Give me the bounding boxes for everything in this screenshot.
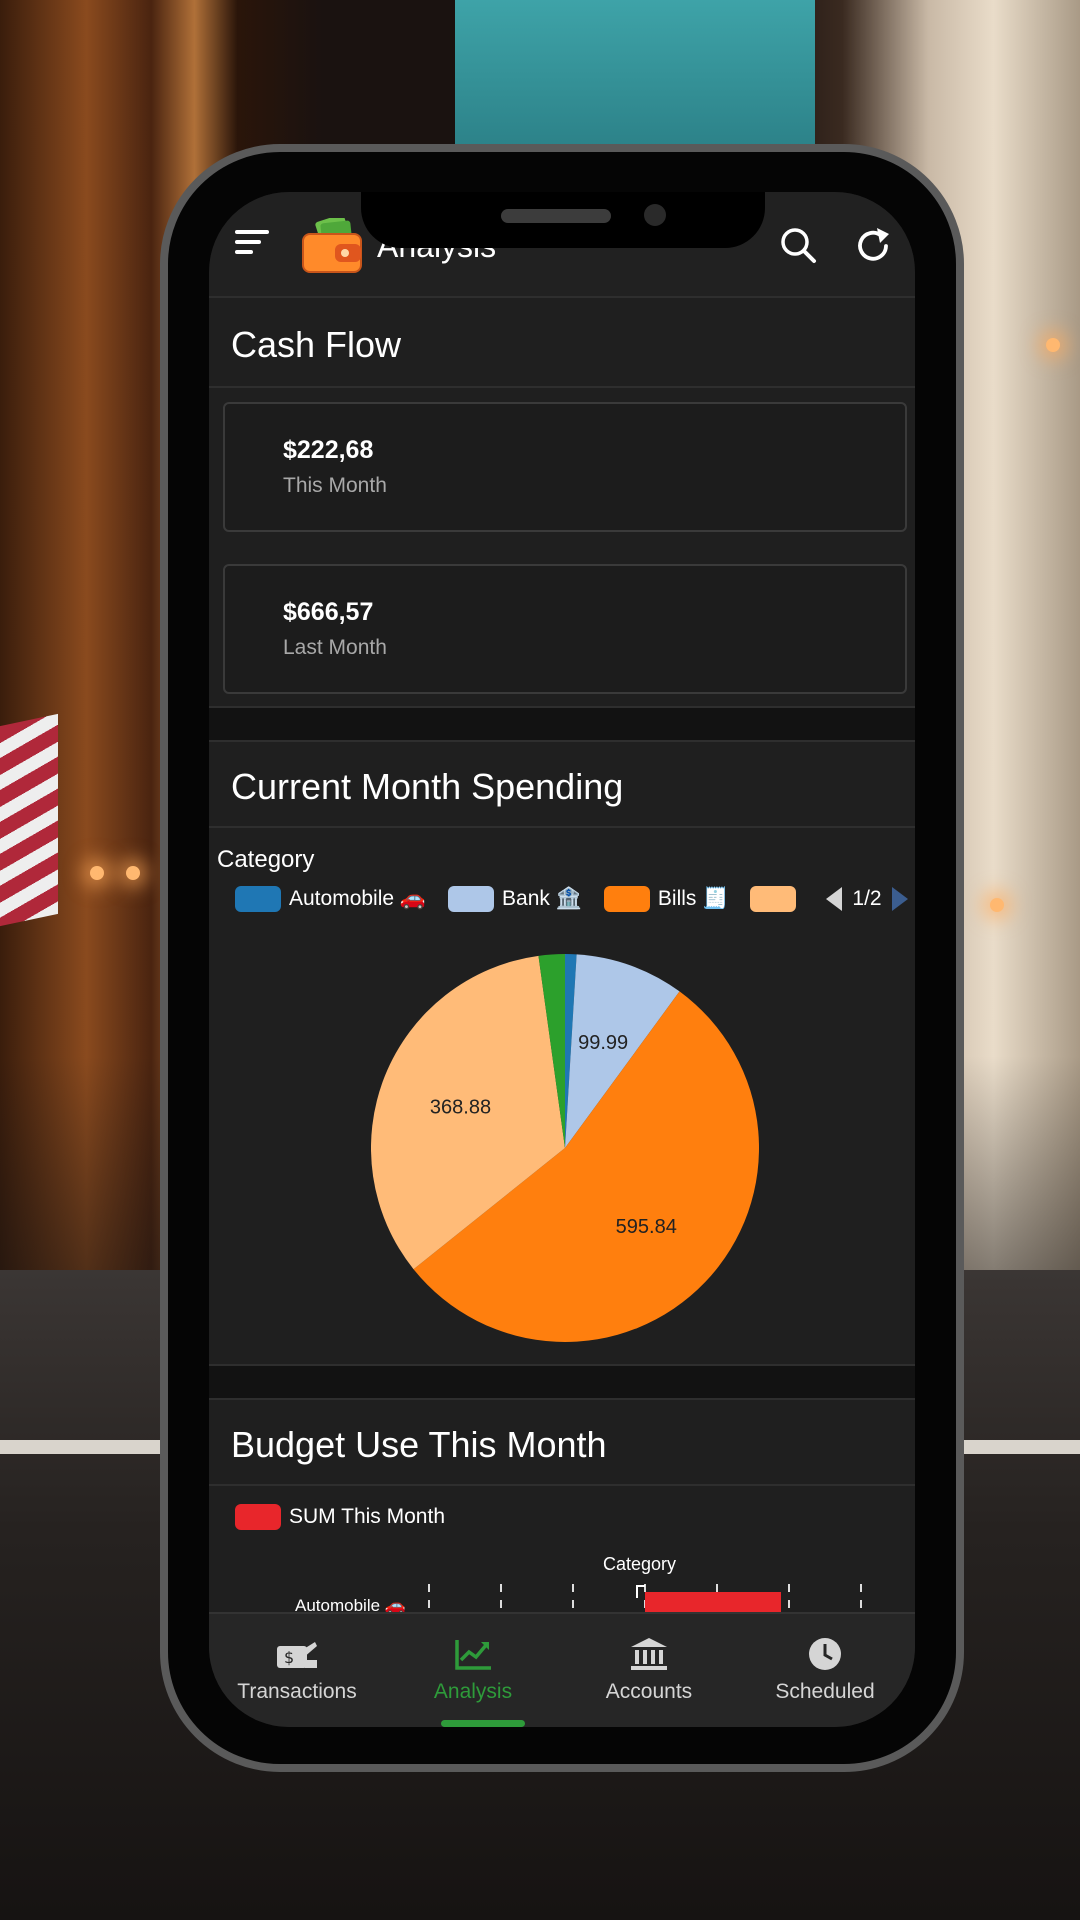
- this-month-label: This Month: [283, 474, 387, 497]
- nav-label: Transactions: [237, 1680, 357, 1703]
- active-tab-indicator: [441, 1720, 525, 1727]
- pie-data-label: 595.84: [616, 1216, 677, 1238]
- this-month-amount: $222,68: [283, 436, 374, 464]
- pie-data-label: 99.99: [578, 1032, 628, 1054]
- legend-swatch: [750, 886, 797, 912]
- flag: [0, 713, 58, 927]
- nav-label: Scheduled: [775, 1680, 875, 1703]
- legend-label: SUM This Month: [289, 1505, 445, 1528]
- app-screen: Analysis Cash Flow $222,68 This Month $6…: [209, 192, 915, 1727]
- legend-item-bank[interactable]: Bank 🏦: [448, 886, 582, 912]
- transactions-icon: $: [277, 1642, 317, 1668]
- next-page-icon[interactable]: [891, 887, 908, 911]
- nav-transactions[interactable]: $ Transactions: [209, 1614, 385, 1727]
- chart-legend: Automobile 🚗 Bank 🏦 Bills 🧾 1/2: [235, 884, 908, 914]
- legend-label: Bank 🏦: [502, 887, 582, 910]
- nav-scheduled[interactable]: Scheduled: [737, 1614, 913, 1727]
- last-month-box[interactable]: $666,57 Last Month: [223, 564, 907, 694]
- refresh-icon[interactable]: [853, 226, 893, 266]
- svg-text:$: $: [284, 1648, 294, 1667]
- pie-data-label: 368.88: [430, 1096, 491, 1118]
- nav-label: Accounts: [605, 1680, 693, 1703]
- legend-item-sum[interactable]: SUM This Month: [235, 1504, 445, 1530]
- legend-pager: 1/2: [826, 887, 908, 911]
- legend-item-automobile[interactable]: Automobile 🚗: [235, 886, 426, 912]
- legend-swatch: [603, 886, 650, 912]
- legend-title: Category: [217, 846, 315, 873]
- street-lamp: [90, 866, 104, 880]
- legend-swatch: [235, 1504, 281, 1530]
- budget-legend: SUM This Month: [235, 1502, 467, 1532]
- legend-swatch: [235, 886, 281, 912]
- phone-notch: [361, 192, 765, 248]
- legend-label: Bills 🧾: [657, 887, 729, 910]
- menu-icon[interactable]: [235, 230, 269, 256]
- this-month-box[interactable]: $222,68 This Month: [223, 402, 907, 532]
- spending-card: Current Month Spending Category Automobi…: [209, 740, 915, 1366]
- last-month-amount: $666,57: [283, 598, 374, 626]
- street-lamp: [126, 866, 140, 880]
- speaker-grille: [501, 209, 611, 223]
- legend-swatch: [448, 886, 495, 912]
- front-camera: [644, 204, 666, 226]
- budget-card: Budget Use This Month SUM This Month Cat…: [209, 1398, 915, 1642]
- legend-label: Automobile 🚗: [289, 887, 427, 910]
- bank-icon: [631, 1638, 667, 1670]
- last-month-label: Last Month: [283, 636, 387, 659]
- search-icon[interactable]: [779, 226, 817, 264]
- cash-flow-card: Cash Flow $222,68 This Month $666,57 Las…: [209, 296, 915, 708]
- background-sky: [455, 0, 815, 160]
- legend-item-partial[interactable]: [750, 886, 804, 912]
- nav-accounts[interactable]: Accounts: [561, 1614, 737, 1727]
- clock-icon: [809, 1638, 841, 1670]
- budget-title: Budget Use This Month: [231, 1424, 607, 1465]
- wallet-icon: [302, 218, 362, 273]
- road-lane-marking: [964, 1440, 1080, 1454]
- road-lane-marking: [0, 1440, 160, 1454]
- analysis-icon: [455, 1640, 491, 1670]
- previous-page-icon[interactable]: [826, 887, 843, 911]
- legend-page-indicator: 1/2: [852, 887, 882, 910]
- nav-label: Analysis: [433, 1680, 513, 1703]
- street-lamp: [990, 898, 1004, 912]
- legend-item-bills[interactable]: Bills 🧾: [603, 886, 729, 912]
- street-lamp: [1046, 338, 1060, 352]
- nav-analysis[interactable]: Analysis: [385, 1614, 561, 1727]
- bottom-navigation: $ Transactions Analysis Accounts Schedul…: [209, 1612, 915, 1727]
- budget-axis-label: Category: [603, 1554, 677, 1574]
- cash-flow-title: Cash Flow: [231, 324, 402, 365]
- spending-title: Current Month Spending: [231, 766, 624, 807]
- spending-pie-chart: 99.99 595.84 368.88: [371, 954, 759, 1342]
